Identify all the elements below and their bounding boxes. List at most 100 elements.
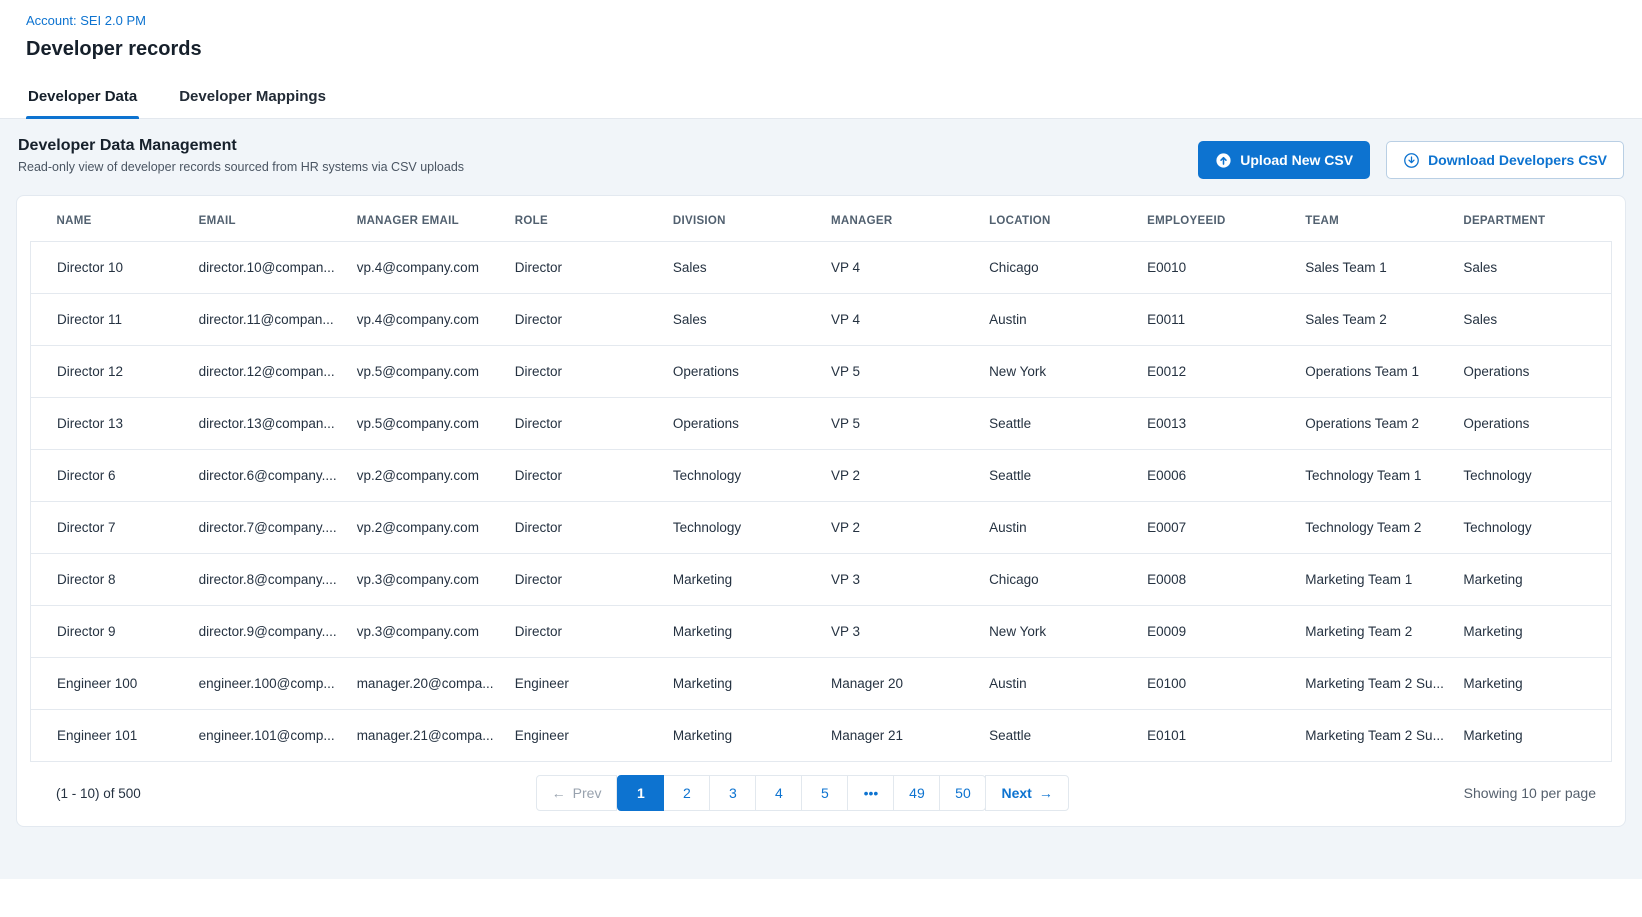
cell-team: Marketing Team 2 [1295, 606, 1453, 658]
upload-icon [1215, 152, 1232, 169]
cell-location: New York [979, 346, 1137, 398]
cell-email: director.9@company.... [189, 606, 347, 658]
cell-division: Sales [663, 294, 821, 346]
cell-location: Seattle [979, 710, 1137, 762]
cell-name: Director 6 [31, 450, 189, 502]
cell-role: Engineer [505, 710, 663, 762]
page-button-50[interactable]: 50 [939, 775, 986, 811]
prev-button-label: Prev [573, 785, 602, 801]
cell-role: Engineer [505, 658, 663, 710]
cell-manager-email: vp.2@company.com [347, 502, 505, 554]
next-page-button[interactable]: Next → [985, 775, 1068, 811]
table-row: Director 10director.10@compan...vp.4@com… [31, 242, 1612, 294]
pager: ← Prev 12345•••4950 Next → [536, 775, 1069, 811]
download-csv-button[interactable]: Download Developers CSV [1386, 141, 1624, 179]
cell-employeeid: E0012 [1137, 346, 1295, 398]
tab-bar: Developer Data Developer Mappings [0, 77, 1642, 119]
cell-name: Director 10 [31, 242, 189, 294]
cell-location: Austin [979, 294, 1137, 346]
cell-employeeid: E0100 [1137, 658, 1295, 710]
cell-location: New York [979, 606, 1137, 658]
cell-employeeid: E0013 [1137, 398, 1295, 450]
cell-department: Sales [1453, 242, 1611, 294]
cell-name: Director 13 [31, 398, 189, 450]
cell-name: Engineer 100 [31, 658, 189, 710]
download-button-label: Download Developers CSV [1428, 152, 1607, 168]
tab-developer-mappings[interactable]: Developer Mappings [177, 77, 328, 118]
cell-location: Austin [979, 502, 1137, 554]
column-header-email: EMAIL [189, 196, 347, 242]
main-content: Developer Data Management Read-only view… [0, 119, 1642, 879]
cell-role: Director [505, 606, 663, 658]
page-button-49[interactable]: 49 [893, 775, 940, 811]
table-row: Engineer 100engineer.100@comp...manager.… [31, 658, 1612, 710]
cell-location: Austin [979, 658, 1137, 710]
cell-manager-email: vp.4@company.com [347, 242, 505, 294]
page-button-3[interactable]: 3 [709, 775, 756, 811]
cell-manager-email: manager.21@compa... [347, 710, 505, 762]
cell-team: Sales Team 1 [1295, 242, 1453, 294]
cell-name: Director 7 [31, 502, 189, 554]
cell-email: director.13@compan... [189, 398, 347, 450]
prev-page-button[interactable]: ← Prev [536, 775, 618, 811]
cell-manager-email: vp.5@company.com [347, 398, 505, 450]
column-header-employeeid: EMPLOYEEID [1137, 196, 1295, 242]
cell-manager-email: vp.2@company.com [347, 450, 505, 502]
table-row: Director 9director.9@company....vp.3@com… [31, 606, 1612, 658]
cell-division: Sales [663, 242, 821, 294]
cell-name: Director 8 [31, 554, 189, 606]
cell-department: Operations [1453, 346, 1611, 398]
cell-manager-email: vp.3@company.com [347, 606, 505, 658]
cell-department: Technology [1453, 502, 1611, 554]
cell-email: director.7@company.... [189, 502, 347, 554]
section-title: Developer Data Management [18, 137, 464, 155]
cell-division: Marketing [663, 554, 821, 606]
cell-email: director.8@company.... [189, 554, 347, 606]
cell-manager: VP 2 [821, 502, 979, 554]
cell-department: Marketing [1453, 554, 1611, 606]
cell-employeeid: E0009 [1137, 606, 1295, 658]
account-breadcrumb-link[interactable]: Account: SEI 2.0 PM [26, 13, 146, 28]
toolbar-actions: Upload New CSV Download Developers CSV [1198, 141, 1624, 179]
cell-manager: Manager 21 [821, 710, 979, 762]
table-footer: (1 - 10) of 500 ← Prev 12345•••4950 Next… [30, 762, 1612, 826]
upload-csv-button[interactable]: Upload New CSV [1198, 141, 1370, 179]
cell-email: director.12@compan... [189, 346, 347, 398]
tab-developer-data[interactable]: Developer Data [26, 77, 139, 118]
next-arrow-icon: → [1039, 785, 1053, 801]
cell-team: Marketing Team 2 Su... [1295, 658, 1453, 710]
table-row: Engineer 101engineer.101@comp...manager.… [31, 710, 1612, 762]
cell-email: engineer.101@comp... [189, 710, 347, 762]
cell-division: Marketing [663, 710, 821, 762]
cell-name: Director 9 [31, 606, 189, 658]
section-header: Developer Data Management Read-only view… [16, 137, 1626, 179]
cell-role: Director [505, 294, 663, 346]
cell-department: Operations [1453, 398, 1611, 450]
page-button-5[interactable]: 5 [801, 775, 848, 811]
cell-manager: VP 5 [821, 346, 979, 398]
page-header: Account: SEI 2.0 PM Developer records [0, 0, 1642, 61]
cell-employeeid: E0008 [1137, 554, 1295, 606]
page-button-4[interactable]: 4 [755, 775, 802, 811]
developer-table-card: NAMEEMAILMANAGER EMAILROLEDIVISIONMANAGE… [16, 195, 1626, 827]
cell-role: Director [505, 346, 663, 398]
table-header-row: NAMEEMAILMANAGER EMAILROLEDIVISIONMANAGE… [31, 196, 1612, 242]
page-button-2[interactable]: 2 [663, 775, 710, 811]
cell-manager: VP 5 [821, 398, 979, 450]
cell-manager: VP 3 [821, 554, 979, 606]
table-row: Director 7director.7@company....vp.2@com… [31, 502, 1612, 554]
cell-manager: VP 4 [821, 242, 979, 294]
column-header-department: DEPARTMENT [1453, 196, 1611, 242]
cell-team: Technology Team 2 [1295, 502, 1453, 554]
column-header-manager: MANAGER [821, 196, 979, 242]
cell-name: Engineer 101 [31, 710, 189, 762]
cell-team: Technology Team 1 [1295, 450, 1453, 502]
page-button-1[interactable]: 1 [617, 775, 664, 811]
cell-manager: Manager 20 [821, 658, 979, 710]
cell-department: Marketing [1453, 658, 1611, 710]
column-header-role: ROLE [505, 196, 663, 242]
page-ellipsis-button[interactable]: ••• [847, 775, 894, 811]
cell-name: Director 12 [31, 346, 189, 398]
cell-employeeid: E0006 [1137, 450, 1295, 502]
upload-button-label: Upload New CSV [1240, 152, 1353, 168]
